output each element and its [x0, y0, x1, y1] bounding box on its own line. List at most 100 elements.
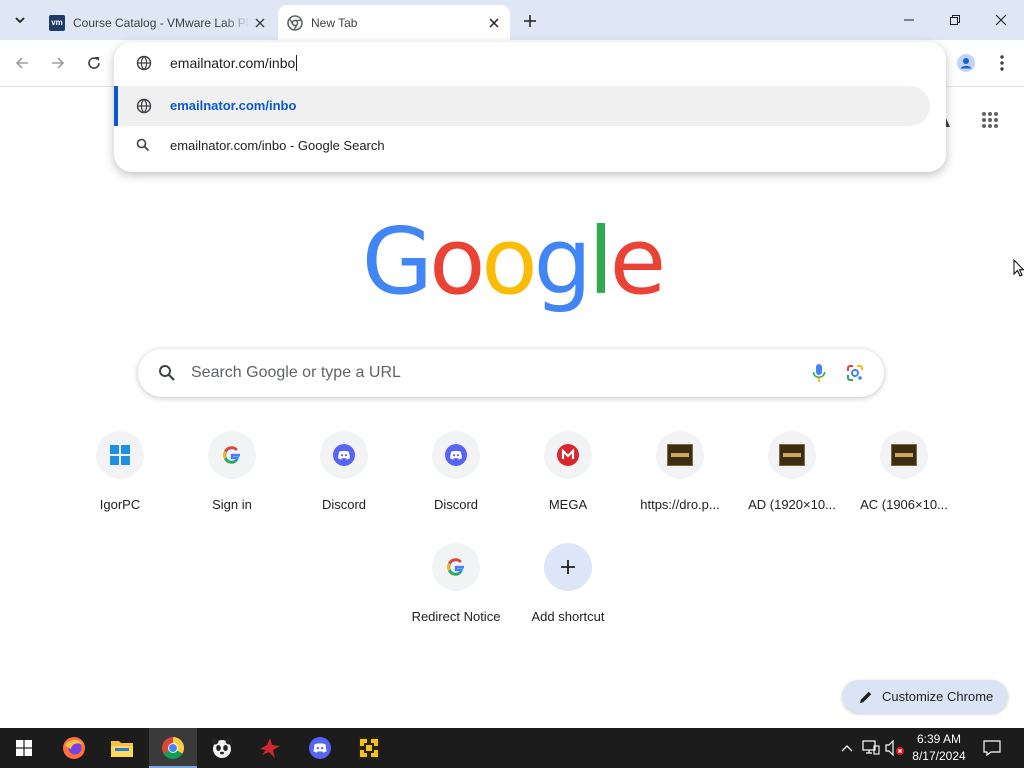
tab-close-button[interactable] — [484, 13, 504, 33]
taskbar-red-app[interactable] — [246, 728, 294, 768]
shortcut-tile[interactable]: https://dro.p... — [624, 431, 736, 543]
ntp-search-box[interactable]: Search Google or type a URL — [138, 349, 884, 397]
back-button[interactable] — [10, 51, 34, 75]
mouse-cursor-icon — [1013, 259, 1024, 277]
logo-letter: G — [361, 208, 433, 315]
google-icon — [223, 446, 240, 464]
network-status[interactable] — [860, 728, 882, 768]
shortcut-tile[interactable]: AC (1906×10... — [848, 431, 960, 543]
search-icon — [136, 138, 150, 152]
taskbar-yellow-app[interactable] — [345, 728, 393, 768]
taskbar-file-explorer[interactable] — [98, 728, 146, 768]
shortcut-label: Sign in — [212, 497, 252, 512]
thumbnail-icon — [779, 444, 805, 466]
shortcut-label: Redirect Notice — [411, 609, 501, 624]
google-apps-button[interactable] — [978, 108, 1002, 132]
voice-search-button[interactable] — [808, 362, 830, 384]
minimize-icon — [904, 19, 914, 21]
customize-label: Customize Chrome — [882, 689, 994, 704]
shortcut-tile[interactable]: Discord — [288, 431, 400, 543]
shortcut-label: MEGA — [548, 497, 588, 512]
omnibox-suggestion-url[interactable]: emailnator.com/inbo — [114, 86, 930, 126]
pencil-icon — [860, 691, 872, 703]
thumbnail-icon — [667, 444, 693, 466]
shortcut-label: IgorPC — [99, 497, 141, 512]
text-caret — [296, 55, 298, 71]
minimize-button[interactable] — [886, 0, 932, 40]
chevron-down-icon — [15, 17, 25, 24]
shortcut-label: Discord — [321, 497, 367, 512]
clock-date: 8/17/2024 — [912, 749, 966, 763]
arrow-right-icon — [52, 57, 65, 69]
discord-icon — [333, 444, 355, 466]
tab-search-button[interactable] — [8, 9, 32, 31]
shortcut-tile[interactable]: AD (1920×10... — [736, 431, 848, 543]
system-clock[interactable]: 6:39 AM 8/17/2024 — [906, 731, 972, 765]
address-bar[interactable]: emailnator.com/inbo — [114, 42, 946, 84]
omnibox-suggestion-search[interactable]: emailnator.com/inbo - Google Search — [114, 126, 930, 166]
discord-icon — [309, 737, 331, 759]
chrome-menu-button[interactable] — [990, 51, 1014, 75]
profile-button[interactable] — [954, 51, 978, 75]
tab-new-tab[interactable]: New Tab — [278, 5, 510, 40]
more-vertical-icon — [1000, 55, 1004, 71]
reload-button[interactable] — [82, 51, 106, 75]
shortcut-label: https://dro.p... — [640, 497, 720, 512]
logo-letter: l — [588, 208, 613, 315]
taskbar-panda-app[interactable] — [198, 728, 246, 768]
notification-icon — [983, 740, 1001, 756]
restore-icon — [950, 15, 960, 25]
network-icon — [862, 740, 880, 755]
omnibox: emailnator.com/inbo emailnator.com/inbo … — [114, 42, 946, 172]
shortcut-favicon — [544, 543, 592, 591]
shortcut-favicon — [544, 431, 592, 479]
show-hidden-icons-button[interactable] — [838, 728, 856, 768]
google-lens-icon — [847, 365, 863, 381]
speaker-muted-icon — [885, 740, 904, 756]
shortcut-tile[interactable]: Discord — [400, 431, 512, 543]
taskbar-firefox[interactable] — [50, 728, 98, 768]
search-icon — [159, 365, 175, 381]
logo-letter: o — [429, 208, 485, 315]
tab-title: New Tab — [311, 15, 358, 30]
start-button[interactable] — [0, 728, 48, 768]
taskbar-discord[interactable] — [296, 728, 344, 768]
shortcut-favicon — [96, 431, 144, 479]
shortcut-favicon — [768, 431, 816, 479]
address-input[interactable]: emailnator.com/inbo — [170, 55, 298, 71]
taskbar-chrome[interactable] — [149, 728, 197, 768]
add-shortcut-button[interactable]: Add shortcut — [512, 543, 624, 655]
chrome-icon — [287, 14, 303, 31]
lens-search-button[interactable] — [844, 362, 866, 384]
apps-grid-icon — [982, 112, 998, 128]
person-icon — [957, 54, 975, 72]
restore-button[interactable] — [932, 0, 978, 40]
shortcut-tile[interactable]: MEGA — [512, 431, 624, 543]
tab-course-catalog[interactable]: vm Course Catalog - VMware Lab Platform — [40, 5, 276, 40]
notification-center-button[interactable] — [976, 728, 1008, 768]
globe-icon — [136, 55, 152, 71]
volume-status[interactable] — [884, 728, 906, 768]
customize-chrome-button[interactable]: Customize Chrome — [842, 680, 1008, 713]
shortcut-tile[interactable]: Redirect Notice — [400, 543, 512, 655]
plus-icon — [561, 560, 575, 574]
shortcut-favicon — [320, 431, 368, 479]
close-window-button[interactable] — [978, 0, 1024, 40]
shortcut-favicon — [656, 431, 704, 479]
shortcut-tile[interactable]: IgorPC — [64, 431, 176, 543]
close-icon — [995, 14, 1007, 26]
microphone-icon — [812, 364, 826, 382]
shortcut-favicon — [208, 431, 256, 479]
tab-close-button[interactable] — [250, 13, 270, 33]
logo-letter: e — [609, 208, 667, 315]
forward-button[interactable] — [46, 51, 70, 75]
shortcut-tile[interactable]: Sign in — [176, 431, 288, 543]
new-tab-button[interactable] — [518, 9, 542, 33]
plus-icon — [524, 15, 536, 27]
shortcut-label: Add shortcut — [531, 609, 605, 624]
suggestion-text: emailnator.com/inbo - Google Search — [170, 138, 385, 153]
windows-icon — [16, 740, 32, 756]
yellow-app-icon — [358, 737, 380, 759]
reload-icon — [88, 57, 100, 69]
windows-taskbar: 6:39 AM 8/17/2024 — [0, 728, 1024, 768]
